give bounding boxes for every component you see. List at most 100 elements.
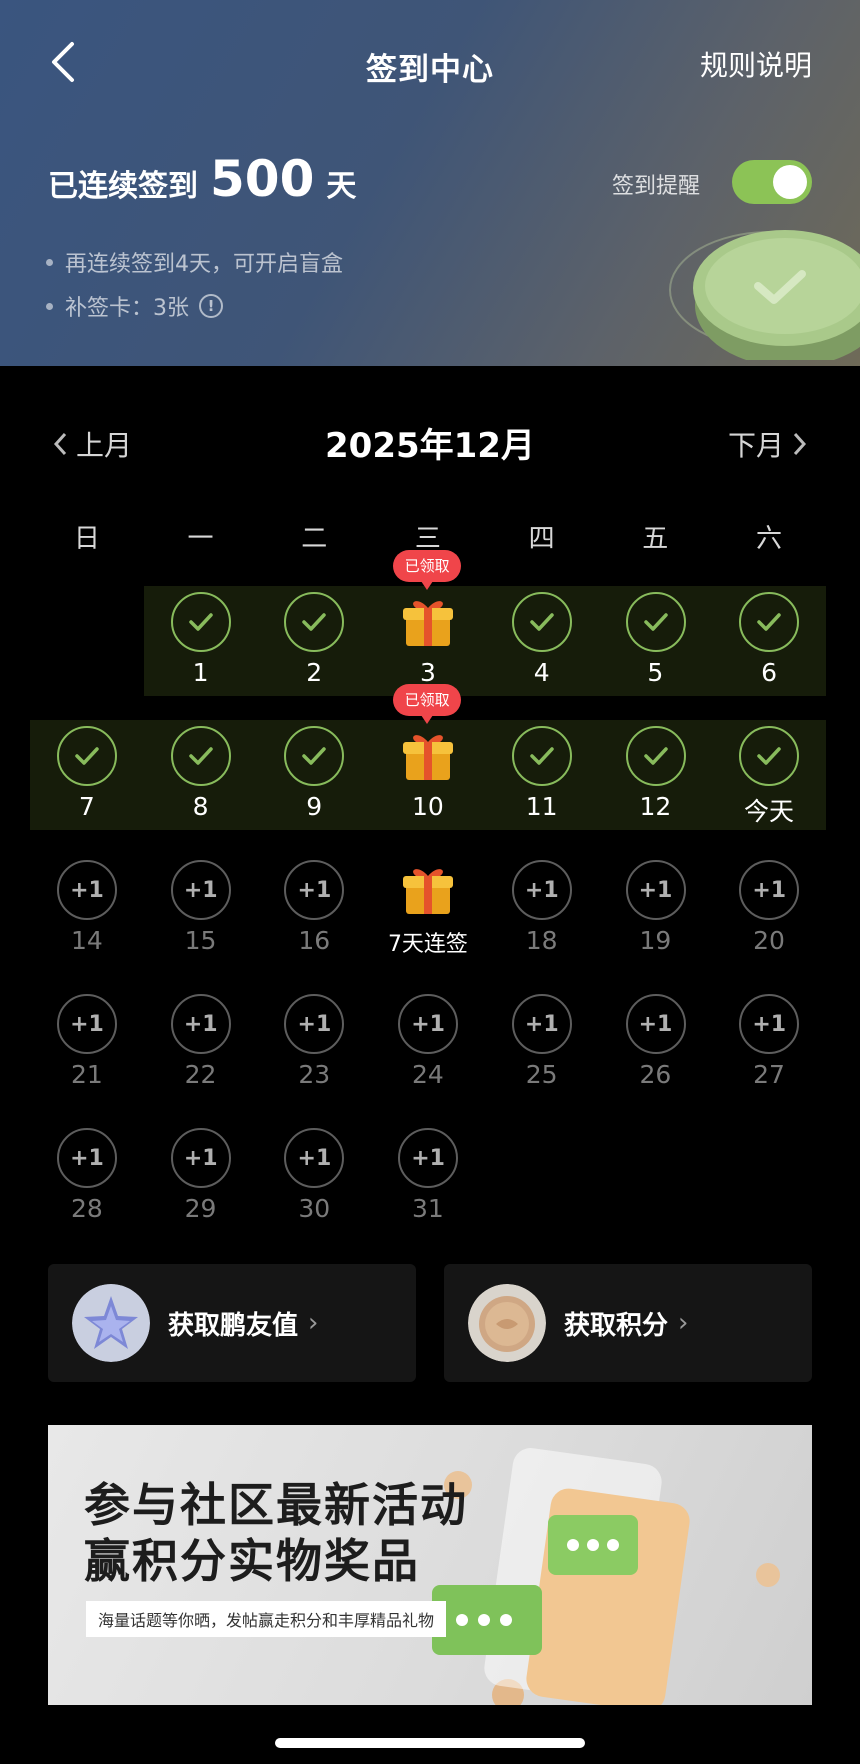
calendar-day[interactable]: 8 xyxy=(144,726,258,846)
calendar-day[interactable]: +1 27 xyxy=(712,994,826,1114)
reward-cards: 获取鹏友值 › 获取积分 › xyxy=(48,1264,812,1382)
day-label: 10 xyxy=(412,792,444,821)
day-label: 26 xyxy=(639,1060,672,1089)
day-label: 9 xyxy=(306,792,323,821)
get-points-card[interactable]: 获取积分 › xyxy=(444,1264,812,1382)
get-friend-points-card[interactable]: 获取鹏友值 › xyxy=(48,1264,416,1382)
calendar-day[interactable]: +1 29 xyxy=(144,1128,258,1248)
check-icon xyxy=(170,726,231,786)
claimed-badge: 已领取 xyxy=(393,550,462,590)
calendar-day[interactable]: +1 14 xyxy=(30,860,144,980)
calendar-day[interactable]: 6 xyxy=(712,592,826,712)
streak-suffix: 天 xyxy=(326,169,357,204)
check-icon xyxy=(57,726,117,786)
calendar-day[interactable]: +1 26 xyxy=(599,994,713,1114)
calendar-day[interactable]: 今天 xyxy=(712,726,826,846)
weekday-label: 二 xyxy=(301,524,328,554)
rules-link[interactable]: 规则说明 xyxy=(700,44,812,84)
day-label: 25 xyxy=(525,1060,558,1089)
checkin-coin-illustration xyxy=(669,230,860,360)
reminder-label: 签到提醒 xyxy=(611,174,700,199)
day-label: 11 xyxy=(525,792,558,821)
day-label: 6 xyxy=(761,658,777,687)
reminder-toggle[interactable] xyxy=(732,160,812,204)
plus-one-badge: +1 xyxy=(511,994,572,1054)
calendar-day[interactable]: +1 24 xyxy=(371,994,485,1114)
check-icon xyxy=(284,726,345,786)
check-icon xyxy=(511,726,572,786)
calendar-day[interactable]: +1 22 xyxy=(144,994,258,1114)
chevron-right-icon: › xyxy=(678,1308,689,1338)
plus-one-badge: +1 xyxy=(284,860,345,920)
check-icon xyxy=(625,592,686,652)
plus-one-badge: +1 xyxy=(57,860,117,920)
chevron-right-icon xyxy=(793,432,807,456)
day-label: 12 xyxy=(639,792,672,821)
nav-bar: 签到中心 规则说明 xyxy=(0,0,860,130)
calendar-day[interactable]: 9 xyxy=(257,726,371,846)
calendar-day[interactable]: 1 xyxy=(144,592,258,712)
community-banner[interactable]: 参与社区最新活动 赢积分实物奖品 海量话题等你晒，发帖赢走积分和丰厚精品礼物 xyxy=(48,1425,812,1705)
check-icon xyxy=(625,726,686,786)
calendar-day[interactable]: +1 31 xyxy=(371,1128,485,1248)
chevron-right-icon: › xyxy=(308,1308,319,1338)
calendar-day[interactable]: 11 xyxy=(485,726,599,846)
calendar-day[interactable]: +1 23 xyxy=(257,994,371,1114)
day-label: 27 xyxy=(753,1060,785,1089)
weekday-label: 一 xyxy=(187,524,214,554)
calendar-day[interactable]: +1 30 xyxy=(257,1128,371,1248)
weekday-label: 日 xyxy=(73,524,100,554)
calendar-day[interactable]: +1 15 xyxy=(144,860,258,980)
day-label: 18 xyxy=(525,926,558,955)
day-label: 7 xyxy=(78,792,95,821)
day-label: 16 xyxy=(298,926,331,955)
day-label: 2 xyxy=(306,658,323,687)
calendar-day[interactable]: 4 xyxy=(485,592,599,712)
check-icon xyxy=(284,592,345,652)
calendar-day[interactable]: 5 xyxy=(599,592,713,712)
next-month-button[interactable]: 下月 xyxy=(728,424,808,464)
header: 签到中心 规则说明 已连续签到 500 天 再连续签到4天，可开启盲盒 补签卡：… xyxy=(0,0,860,366)
day-label: 19 xyxy=(639,926,672,955)
plus-one-badge: +1 xyxy=(398,1128,459,1188)
plus-one-badge: +1 xyxy=(625,860,686,920)
day-label: 3 xyxy=(419,658,436,687)
check-icon xyxy=(739,726,800,786)
toggle-knob xyxy=(773,165,807,199)
calendar-day[interactable]: 12 xyxy=(599,726,713,846)
calendar-day[interactable]: 7 xyxy=(30,726,144,846)
home-indicator[interactable] xyxy=(275,1738,585,1748)
calendar-day[interactable]: 2 xyxy=(257,592,371,712)
plus-one-badge: +1 xyxy=(739,994,800,1054)
tips-list: 再连续签到4天，可开启盲盒 补签卡：3张! xyxy=(46,240,343,328)
weekday-label: 六 xyxy=(755,524,782,554)
plus-one-badge: +1 xyxy=(625,994,686,1054)
calendar-day[interactable]: +1 18 xyxy=(485,860,599,980)
streak-summary: 已连续签到 500 天 xyxy=(48,150,356,208)
day-label: 5 xyxy=(647,658,664,687)
check-icon xyxy=(511,592,572,652)
coin-icon xyxy=(468,1284,546,1362)
plus-one-badge: +1 xyxy=(170,1128,231,1188)
tip-item: 再连续签到4天，可开启盲盒 xyxy=(46,240,343,284)
plus-one-badge: +1 xyxy=(284,1128,345,1188)
plus-one-badge: +1 xyxy=(398,994,459,1054)
month-switcher: 上月 2025年12月 下月 xyxy=(0,410,860,470)
check-icon xyxy=(739,592,800,652)
calendar-day[interactable]: +1 28 xyxy=(30,1128,144,1248)
plus-one-badge: +1 xyxy=(511,860,572,920)
calendar-day[interactable]: 7天连签 xyxy=(371,860,485,980)
calendar-day[interactable]: +1 21 xyxy=(30,994,144,1114)
calendar-day[interactable]: +1 16 xyxy=(257,860,371,980)
day-label: 7天连签 xyxy=(387,932,468,957)
calendar-day[interactable]: +1 25 xyxy=(485,994,599,1114)
calendar-day[interactable]: +1 19 xyxy=(599,860,713,980)
check-icon xyxy=(170,592,231,652)
info-icon[interactable]: ! xyxy=(199,294,223,318)
calendar-day[interactable]: +1 20 xyxy=(712,860,826,980)
day-label: 30 xyxy=(298,1194,331,1223)
day-label: 15 xyxy=(184,926,217,955)
calendar-day[interactable]: 已领取 10 xyxy=(371,684,485,846)
streak-prefix: 已连续签到 xyxy=(48,169,198,204)
streak-days: 500 xyxy=(210,150,315,208)
